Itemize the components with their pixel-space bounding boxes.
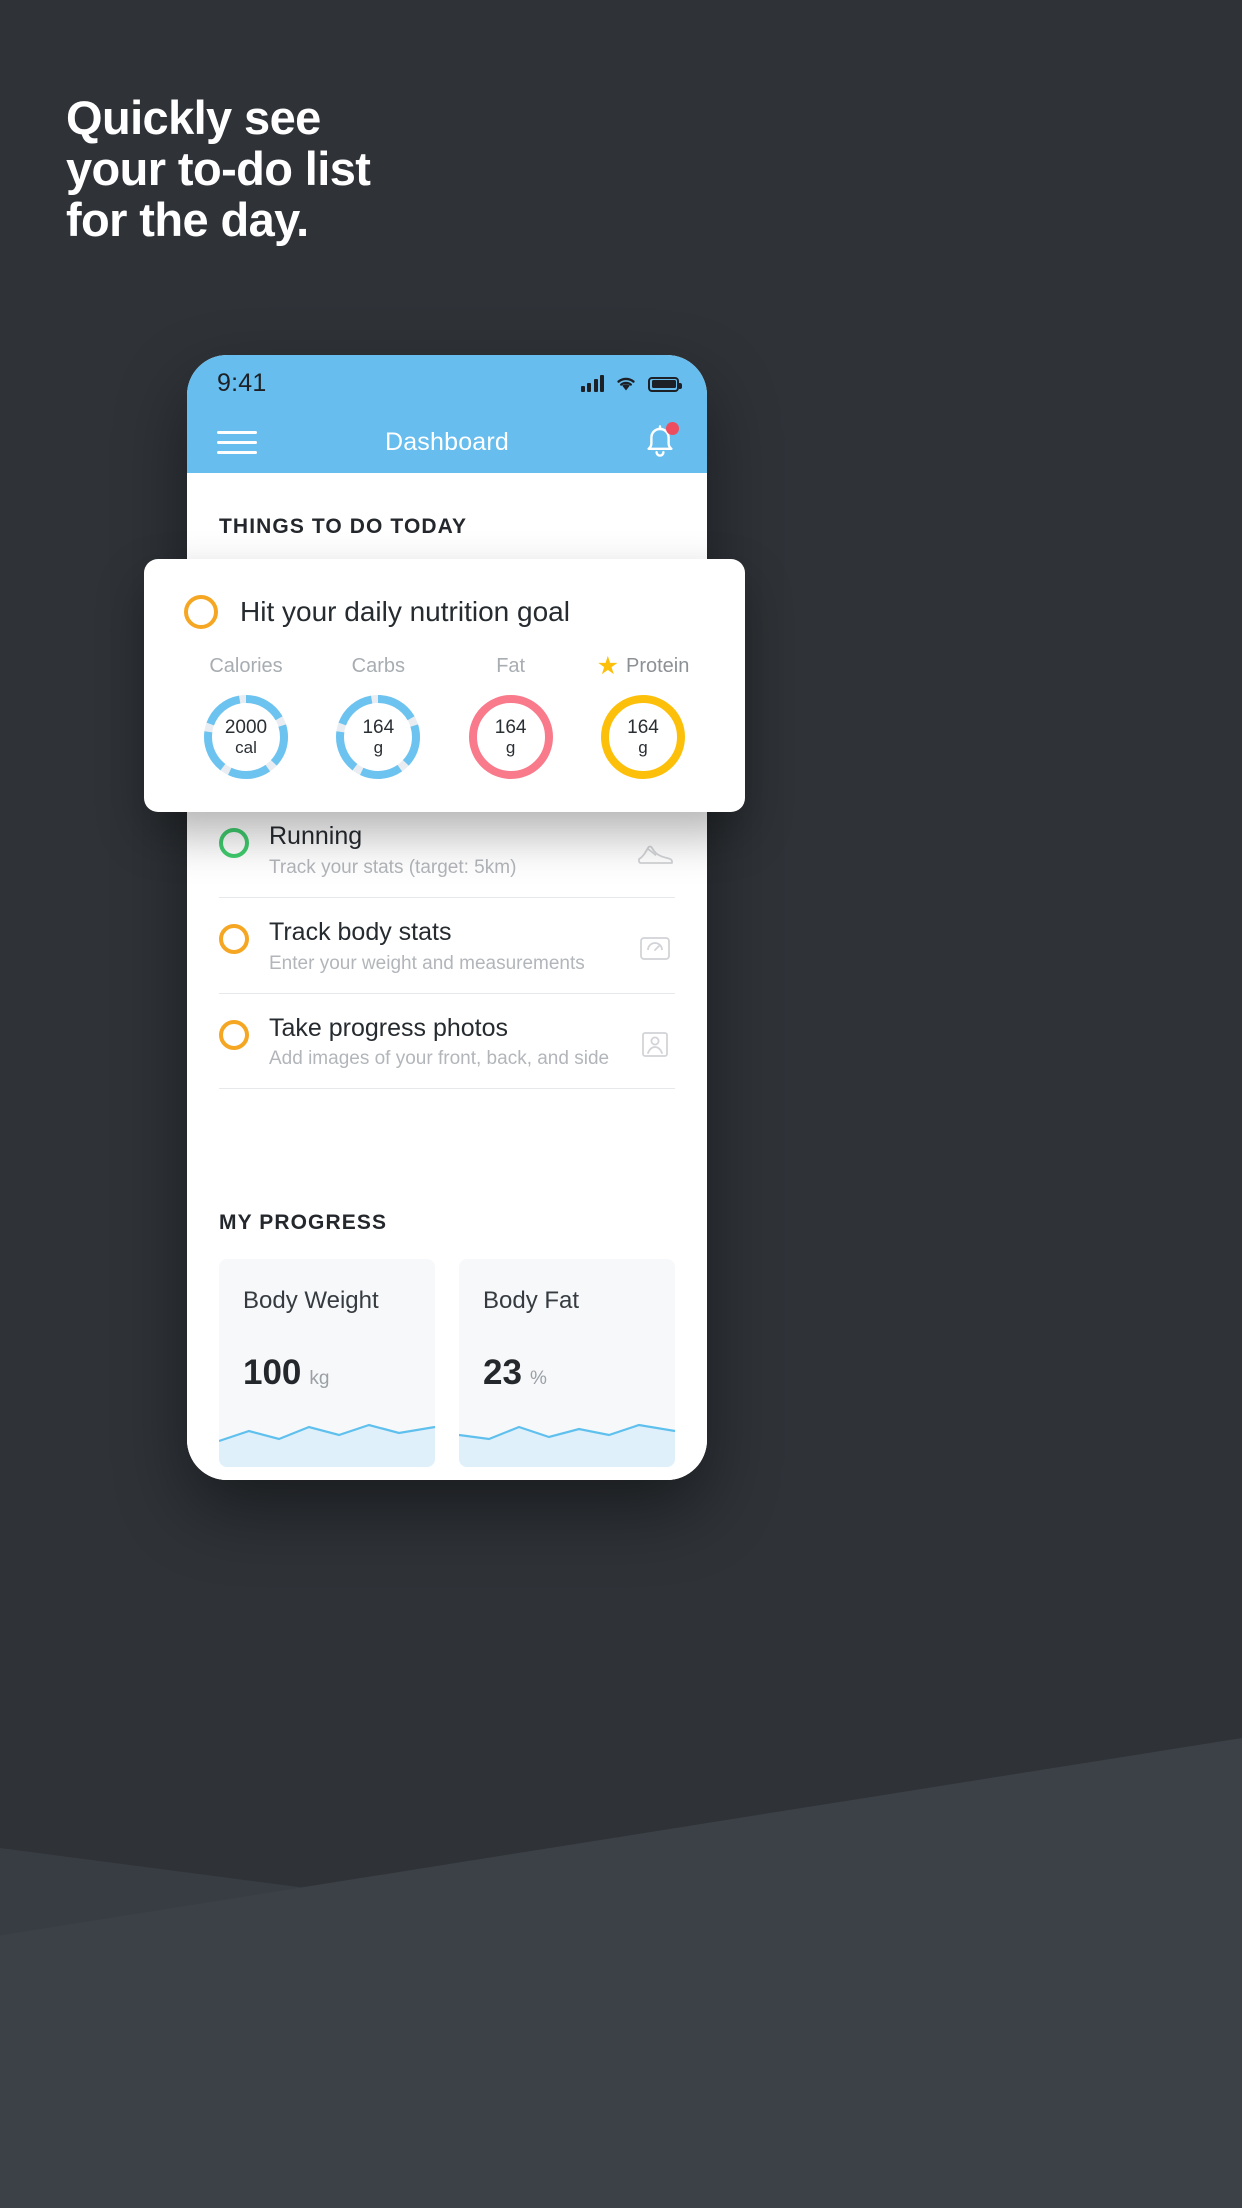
macro-value: 2000 [224, 716, 268, 738]
sparkline-chart [459, 1424, 675, 1468]
notification-bell-icon[interactable] [641, 422, 679, 462]
checkbox-ring-icon[interactable] [184, 595, 218, 629]
status-icons [580, 374, 682, 392]
macro-calories[interactable]: Calories 2000 cal [190, 653, 302, 783]
macro-label: Protein [626, 654, 690, 677]
todo-list: Running Track your stats (target: 5km) T… [219, 801, 675, 1090]
progress-card-number: 23 [483, 1353, 522, 1393]
macro-progress-ring: 164 g [332, 691, 424, 783]
progress-card-value: 100 kg [243, 1353, 329, 1393]
checkbox-ring-icon[interactable] [219, 1019, 249, 1050]
macro-fat[interactable]: Fat 164 g [455, 653, 567, 783]
sparkline-chart [219, 1424, 435, 1468]
macro-unit: g [638, 738, 648, 758]
nutrition-goal-card[interactable]: Hit your daily nutrition goal Calories 2… [144, 559, 745, 812]
macro-unit: g [373, 738, 384, 758]
list-item-title: Take progress photos [269, 1013, 509, 1042]
star-icon: ★ [596, 651, 619, 680]
list-item-text: Track body stats Enter your weight and m… [269, 918, 635, 975]
progress-section-label: MY PROGRESS [219, 1211, 388, 1235]
hamburger-menu-icon[interactable] [217, 424, 257, 461]
list-item-title: Running [269, 822, 363, 850]
list-item-subtitle: Add images of your front, back, and side [269, 1048, 610, 1070]
running-shoe-icon [635, 832, 675, 872]
macro-ring-text: 2000 cal [200, 691, 292, 783]
status-bar: 9:41 [187, 355, 707, 411]
macro-label: Calories [209, 654, 283, 677]
list-item-subtitle: Track your stats (target: 5km) [269, 856, 517, 878]
progress-card-body-fat[interactable]: Body Fat 23 % [459, 1259, 675, 1468]
weight-scale-icon [635, 928, 675, 968]
progress-card-title: Body Fat [483, 1287, 580, 1315]
macro-ring-text: 164 g [465, 691, 557, 783]
macro-progress-ring: 164 g [465, 691, 557, 783]
photo-portrait-icon [635, 1024, 675, 1064]
macro-label: Carbs [351, 654, 405, 677]
checkbox-ring-icon[interactable] [219, 828, 249, 858]
phone-mockup: 9:41 Dashboard THINGS TO DO TODAY Runnin… [187, 355, 707, 1480]
signal-icon [580, 374, 604, 392]
macro-ring-row: Calories 2000 cal Carbs 164 g Fat 164 g … [184, 653, 705, 783]
list-item[interactable]: Running Track your stats (target: 5km) [219, 801, 675, 898]
progress-card-body-weight[interactable]: Body Weight 100 kg [219, 1259, 435, 1468]
page-header-title: Dashboard [384, 427, 510, 456]
macro-progress-ring: 164 g [597, 691, 689, 783]
progress-card-title: Body Weight [243, 1287, 379, 1315]
battery-icon [648, 376, 682, 392]
list-item-text: Take progress photos Add images of your … [269, 1014, 635, 1071]
app-header: Dashboard [187, 411, 707, 473]
todo-section-label: THINGS TO DO TODAY [219, 515, 468, 538]
macro-ring-text: 164 g [597, 691, 689, 783]
nutrition-card-header: Hit your daily nutrition goal [184, 595, 705, 629]
list-item-text: Running Track your stats (target: 5km) [269, 822, 635, 879]
progress-card-unit: % [529, 1368, 547, 1390]
macro-value: 164 [627, 716, 659, 738]
macro-label-row: ★ Protein [587, 653, 699, 679]
notification-badge [666, 422, 679, 435]
macro-protein[interactable]: ★ Protein 164 g [587, 653, 699, 783]
checkbox-ring-icon[interactable] [219, 923, 249, 954]
macro-unit: g [505, 738, 516, 758]
macro-unit: cal [235, 738, 257, 758]
macro-ring-text: 164 g [332, 691, 424, 783]
status-time: 9:41 [217, 368, 267, 397]
progress-card-number: 100 [243, 1353, 302, 1393]
wifi-icon [615, 375, 637, 392]
nutrition-card-title: Hit your daily nutrition goal [240, 596, 570, 627]
list-item[interactable]: Take progress photos Add images of your … [219, 994, 675, 1090]
macro-progress-ring: 2000 cal [200, 691, 292, 783]
progress-card-value: 23 % [483, 1353, 547, 1393]
page-title: Quickly see your to-do list for the day. [66, 91, 371, 247]
list-item[interactable]: Track body stats Enter your weight and m… [219, 898, 675, 994]
macro-label: Fat [496, 654, 526, 677]
macro-carbs[interactable]: Carbs 164 g [322, 653, 434, 783]
macro-value: 164 [494, 716, 527, 738]
progress-card-grid: Body Weight 100 kg Body Fat 23 % [219, 1259, 675, 1468]
macro-value: 164 [362, 716, 395, 738]
list-item-title: Track body stats [269, 917, 452, 946]
progress-card-unit: kg [309, 1368, 330, 1390]
list-item-subtitle: Enter your weight and measurements [269, 952, 585, 974]
